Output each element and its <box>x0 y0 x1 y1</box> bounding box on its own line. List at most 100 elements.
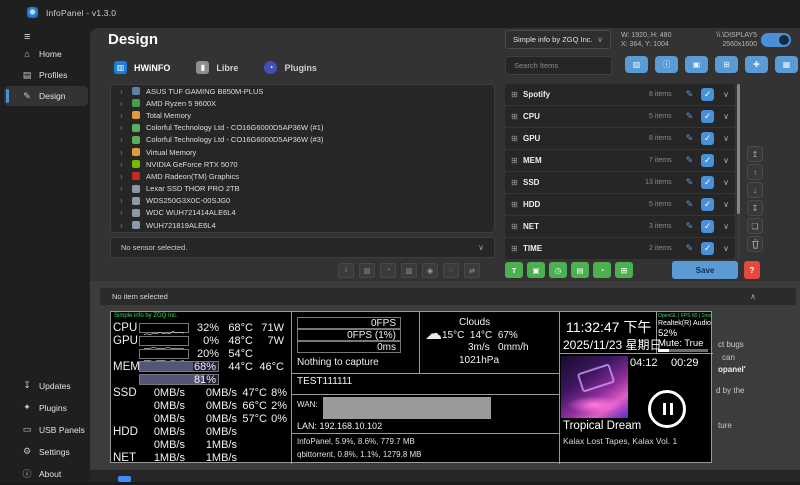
group-row-gpu[interactable]: ⊞GPU8 items✎✓∨ <box>505 128 735 149</box>
panel-preview[interactable]: Simple info by ZGQ Inc. CPU32%68°C71WGPU… <box>110 311 712 463</box>
sidebar-item-home[interactable]: ⌂Home <box>4 44 88 64</box>
sensor-action-swap[interactable]: ⇄ <box>464 263 480 278</box>
expand-chevron-icon[interactable]: › <box>120 111 126 120</box>
duplicate-item-button[interactable]: ❏ <box>747 218 763 234</box>
add-table-button[interactable]: ▤ <box>571 262 589 278</box>
sensor-action-gauge[interactable]: ◔ <box>380 263 396 278</box>
scrollbar-thumb[interactable] <box>737 84 740 214</box>
delete-button[interactable] <box>747 236 763 252</box>
add-image-button[interactable]: ▣ <box>527 262 545 278</box>
visibility-checkbox[interactable]: ✓ <box>701 110 714 123</box>
tree-row[interactable]: ›AMD Radeon(TM) Graphics <box>111 170 494 182</box>
expand-chevron-icon[interactable]: ∨ <box>723 222 729 231</box>
list-scrollbar[interactable] <box>737 84 740 259</box>
expand-chevron-icon[interactable]: › <box>120 135 126 144</box>
tab-plugins[interactable]: ◔Plugins <box>264 61 317 74</box>
move-top-button[interactable]: ↥ <box>747 146 763 162</box>
group-row-time[interactable]: ⊞TIME2 items✎✓∨ <box>505 238 735 259</box>
expand-chevron-icon[interactable]: ∨ <box>723 156 729 165</box>
expand-chevron-icon[interactable]: › <box>120 172 126 181</box>
visibility-checkbox[interactable]: ✓ <box>701 176 714 189</box>
visibility-checkbox[interactable]: ✓ <box>701 132 714 145</box>
collapse-chevron-icon[interactable]: ∧ <box>750 292 756 301</box>
expand-chevron-icon[interactable]: ∨ <box>723 178 729 187</box>
sidebar-item-usb-panels[interactable]: ▭USB Panels <box>4 419 88 440</box>
add-gauge-button[interactable]: ◔ <box>593 262 611 278</box>
visibility-checkbox[interactable]: ✓ <box>701 88 714 101</box>
selection-status-bar[interactable]: No item selected ∧ <box>100 288 796 305</box>
duplicate-button[interactable]: ▣ <box>685 56 708 73</box>
tree-row[interactable]: ›Total Memory <box>111 109 494 121</box>
sensor-action-donut[interactable]: ◉ <box>422 263 438 278</box>
help-button[interactable]: ? <box>744 261 760 279</box>
visibility-checkbox[interactable]: ✓ <box>701 220 714 233</box>
expand-chevron-icon[interactable]: › <box>120 99 126 108</box>
expand-chevron-icon[interactable]: › <box>120 221 126 230</box>
menu-toggle-icon[interactable]: ≡ <box>24 30 40 44</box>
info-button[interactable]: ⓘ <box>655 56 678 73</box>
edit-icon[interactable]: ✎ <box>686 133 694 144</box>
sidebar-item-updates[interactable]: ↧Updates <box>4 375 88 396</box>
visibility-checkbox[interactable]: ✓ <box>701 242 714 255</box>
expand-chevron-icon[interactable]: ∨ <box>723 112 729 121</box>
sidebar-item-design[interactable]: ✎Design <box>4 86 88 106</box>
expand-chevron-icon[interactable]: ∨ <box>723 244 729 253</box>
expand-chevron-icon[interactable]: ∨ <box>723 90 729 99</box>
sidebar-item-about[interactable]: ⓘAbout <box>4 463 88 484</box>
tree-row[interactable]: ›WUH721819ALE6L4 <box>111 219 494 231</box>
tree-row[interactable]: ›ASUS TUF GAMING B850M-PLUS <box>111 85 494 97</box>
profile-dropdown[interactable]: Simple info by ZGQ Inc. ∨ <box>505 30 611 49</box>
tab-libre[interactable]: ▮Libre <box>196 61 238 74</box>
tree-row[interactable]: ›Colorful Technology Ltd - CO16G6000D5AP… <box>111 134 494 146</box>
sidebar-item-settings[interactable]: ⚙Settings <box>4 441 88 462</box>
edit-icon[interactable]: ✎ <box>686 177 694 188</box>
add-button[interactable]: ⊞ <box>715 56 738 73</box>
expand-chevron-icon[interactable]: › <box>120 208 126 217</box>
add-text-button[interactable]: T <box>505 262 523 278</box>
move-down-button[interactable]: ↓ <box>747 182 763 198</box>
sidebar-item-plugins[interactable]: ✦Plugins <box>4 397 88 418</box>
sensor-select-dropdown[interactable]: No sensor selected. ∨ <box>110 237 495 258</box>
group-row-net[interactable]: ⊞NET3 items✎✓∨ <box>505 216 735 237</box>
tree-row[interactable]: ›Lexar SSD THOR PRO 2TB <box>111 183 494 195</box>
tree-row[interactable]: ›WDS250G3X0C-00SJG0 <box>111 195 494 207</box>
sensor-action-chart[interactable]: ▥ <box>401 263 417 278</box>
expand-chevron-icon[interactable]: › <box>120 123 126 132</box>
sidebar-item-profiles[interactable]: ▤Profiles <box>4 65 88 85</box>
visibility-checkbox[interactable]: ✓ <box>701 154 714 167</box>
tree-row[interactable]: ›Virtual Memory <box>111 146 494 158</box>
tree-row[interactable]: ›WDC WUH721414ALE6L4 <box>111 207 494 219</box>
add-clock-button[interactable]: ◷ <box>549 262 567 278</box>
edit-icon[interactable]: ✎ <box>686 199 694 210</box>
expand-chevron-icon[interactable]: ∨ <box>723 200 729 209</box>
search-input[interactable]: Search Items <box>505 56 612 75</box>
edit-icon[interactable]: ✎ <box>686 89 694 100</box>
grid-button[interactable]: ▦ <box>775 56 798 73</box>
expand-chevron-icon[interactable]: ∨ <box>723 134 729 143</box>
move-up-button[interactable]: ↑ <box>747 164 763 180</box>
group-row-spotify[interactable]: ⊞Spotify8 items✎✓∨ <box>505 84 735 105</box>
tree-row[interactable]: ›Colorful Technology Ltd - CO16G6000D5AP… <box>111 122 494 134</box>
expand-chevron-icon[interactable]: › <box>120 196 126 205</box>
sensor-tree[interactable]: ›ASUS TUF GAMING B850M-PLUS›AMD Ryzen 5 … <box>110 84 495 233</box>
expand-chevron-icon[interactable]: › <box>120 148 126 157</box>
appearance-button[interactable]: ▨ <box>625 56 648 73</box>
expand-chevron-icon[interactable]: › <box>120 160 126 169</box>
display-enable-toggle[interactable] <box>761 33 791 47</box>
sensor-action-table[interactable]: ▤ <box>359 263 375 278</box>
expand-chevron-icon[interactable]: › <box>120 184 126 193</box>
edit-icon[interactable]: ✎ <box>686 243 694 254</box>
group-row-mem[interactable]: ⊞MEM7 items✎✓∨ <box>505 150 735 171</box>
edit-icon[interactable]: ✎ <box>686 111 694 122</box>
sensor-action-info[interactable]: i <box>338 263 354 278</box>
move-bottom-button[interactable]: ↧ <box>747 200 763 216</box>
group-row-ssd[interactable]: ⊞SSD13 items✎✓∨ <box>505 172 735 193</box>
edit-icon[interactable]: ✎ <box>686 221 694 232</box>
group-row-cpu[interactable]: ⊞CPU5 items✎✓∨ <box>505 106 735 127</box>
tree-row[interactable]: ›NVIDIA GeForce RTX 5070 <box>111 158 494 170</box>
expand-chevron-icon[interactable]: › <box>120 87 126 96</box>
save-button[interactable]: Save <box>672 261 738 279</box>
sensor-action-ring[interactable]: ◌ <box>443 263 459 278</box>
edit-icon[interactable]: ✎ <box>686 155 694 166</box>
move-button[interactable]: ✚ <box>745 56 768 73</box>
